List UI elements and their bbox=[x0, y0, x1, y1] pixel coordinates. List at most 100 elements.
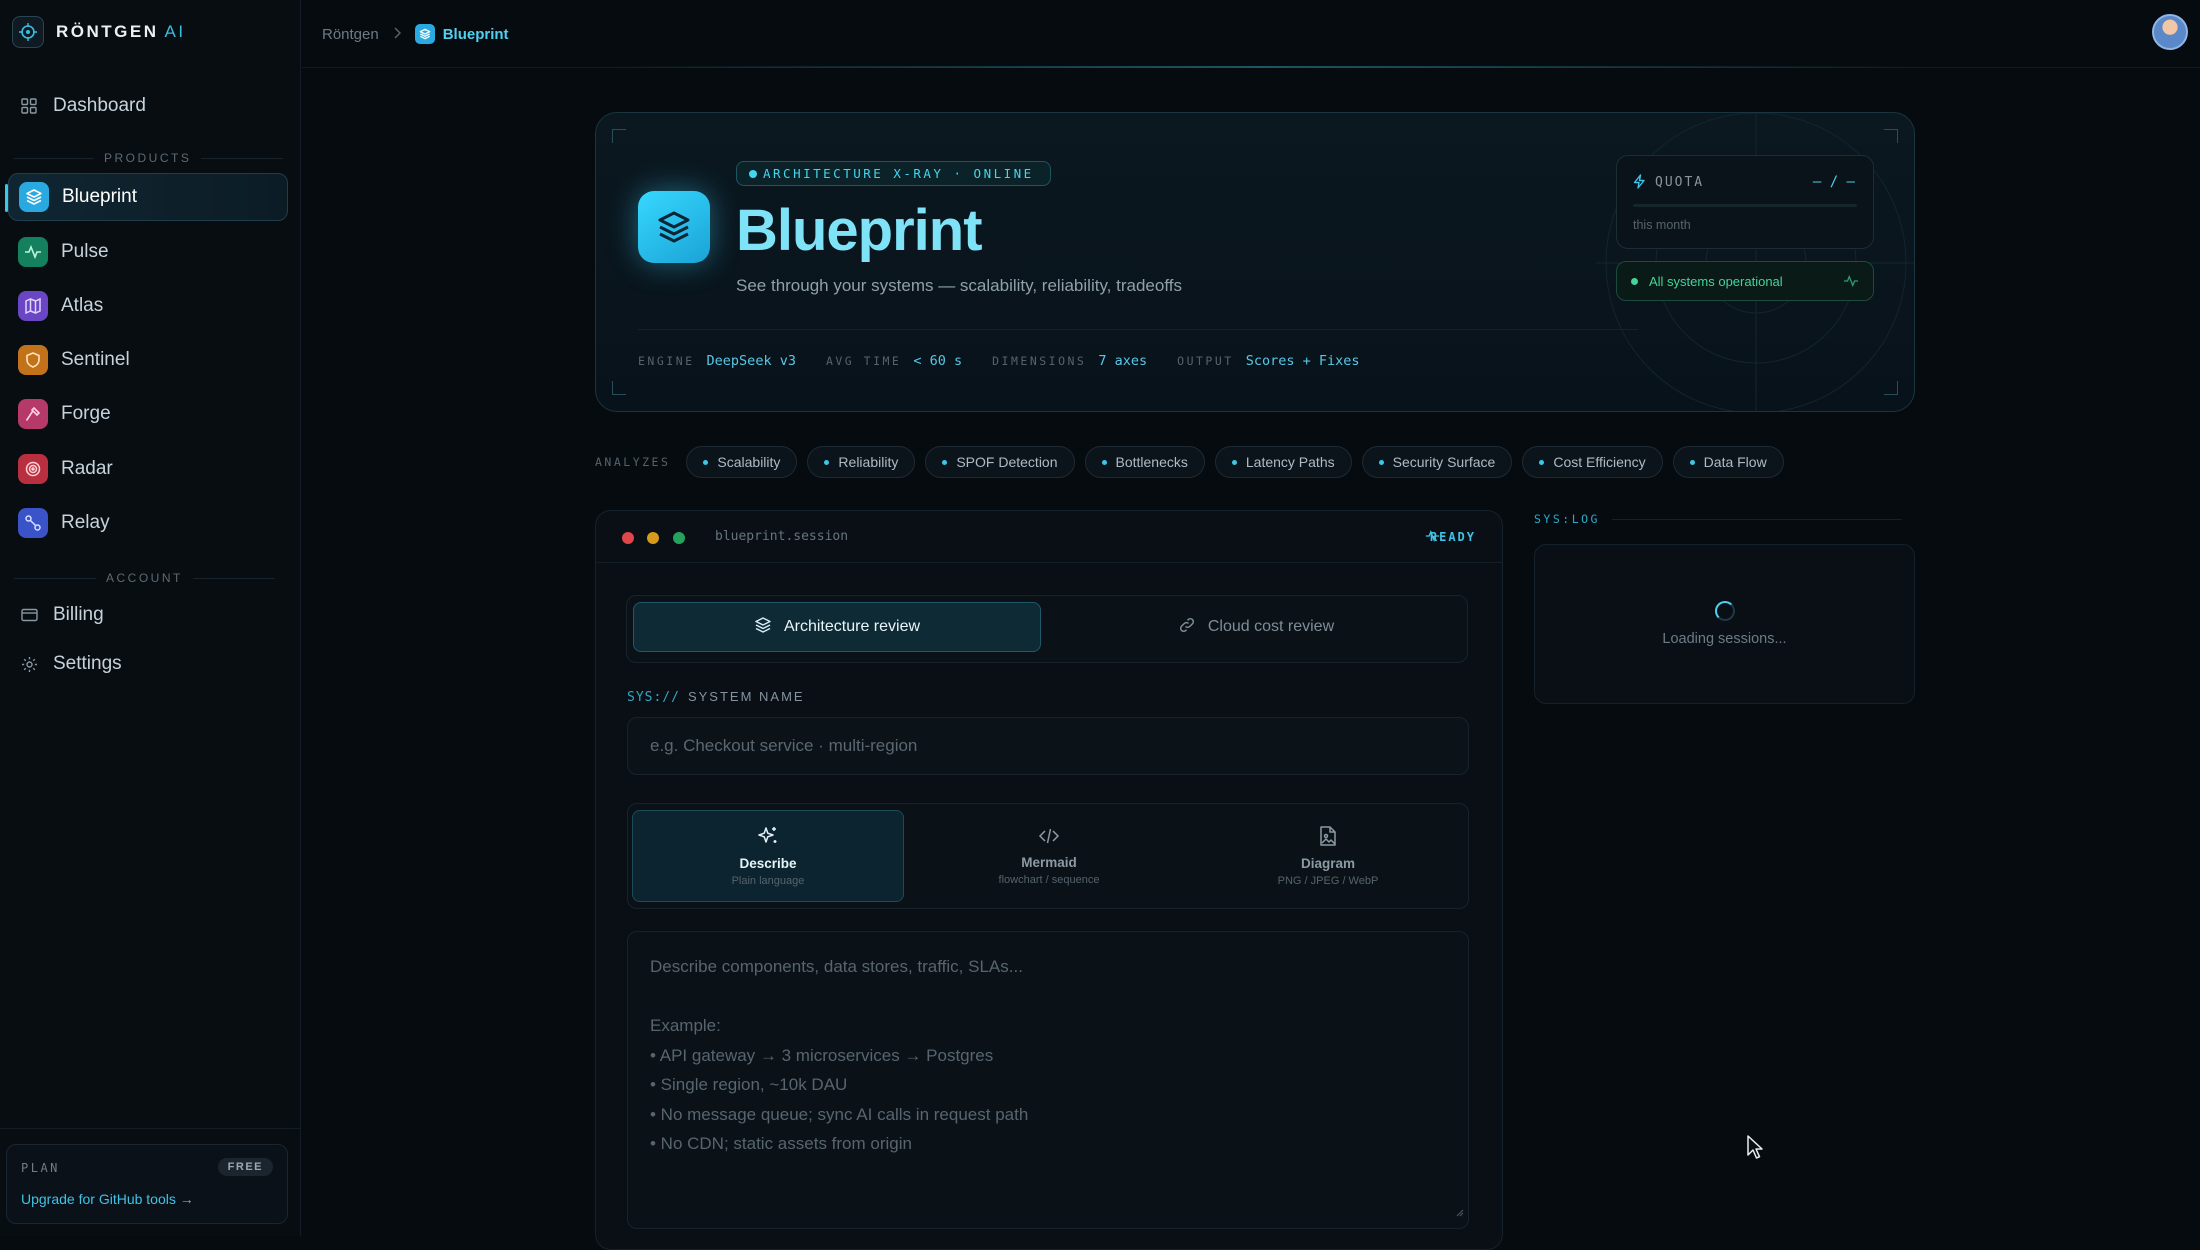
products-section-label: PRODUCTS bbox=[14, 151, 284, 165]
textarea-line: • API gateway → 3 microservices → Postgr… bbox=[650, 1045, 994, 1065]
pulse-icon bbox=[1843, 274, 1859, 291]
grid-icon bbox=[18, 95, 40, 117]
layers-icon bbox=[19, 182, 49, 212]
nav-forge[interactable]: Forge bbox=[8, 390, 288, 438]
stat-avg-time: AVG TIME < 60 s bbox=[825, 353, 963, 369]
nav-billing[interactable]: Billing bbox=[8, 591, 288, 639]
quota-period: this month bbox=[1633, 218, 1691, 232]
stat-dimensions: DIMENSIONS 7 axes bbox=[992, 353, 1148, 369]
corner-bracket bbox=[1884, 381, 1898, 395]
pulse-icon bbox=[18, 237, 48, 267]
system-name-input[interactable]: e.g. Checkout service · multi-region bbox=[627, 717, 1469, 775]
nav-blueprint[interactable]: Blueprint bbox=[5, 173, 288, 221]
layers-icon bbox=[754, 616, 772, 639]
account-section-label: ACCOUNT bbox=[14, 571, 275, 585]
avatar[interactable] bbox=[2152, 14, 2188, 50]
analyzes-row: ANALYZES Scalability Reliability SPOF De… bbox=[595, 446, 1784, 478]
quota-value: – / – bbox=[1812, 174, 1855, 190]
nav-dashboard[interactable]: Dashboard bbox=[8, 82, 288, 130]
mode-describe-sub: Plain language bbox=[731, 875, 805, 887]
nav-atlas-label: Atlas bbox=[61, 295, 104, 316]
chip-bottlenecks[interactable]: Bottlenecks bbox=[1084, 446, 1205, 478]
bolt-icon bbox=[1633, 174, 1646, 194]
nav-radar-label: Radar bbox=[61, 458, 113, 479]
plan-divider bbox=[0, 1128, 301, 1129]
shield-icon bbox=[18, 345, 48, 375]
textarea-line: • No CDN; static assets from origin bbox=[650, 1134, 912, 1153]
nav-sentinel[interactable]: Sentinel bbox=[8, 336, 288, 384]
description-textarea[interactable]: Describe components, data stores, traffi… bbox=[627, 931, 1469, 1229]
stat-engine: ENGINE DeepSeek v3 bbox=[638, 353, 796, 369]
radar-icon bbox=[18, 454, 48, 484]
tab-architecture-review[interactable]: Architecture review bbox=[633, 602, 1041, 652]
textarea-line: Describe components, data stores, traffi… bbox=[650, 957, 1023, 976]
upgrade-link[interactable]: Upgrade for GitHub tools → bbox=[21, 1191, 194, 1207]
relay-icon bbox=[18, 508, 48, 538]
analyzes-label: ANALYZES bbox=[595, 455, 671, 469]
mode-mermaid[interactable]: Mermaid flowchart / sequence bbox=[913, 810, 1185, 902]
plan-card: PLAN FREE Upgrade for GitHub tools → bbox=[6, 1144, 288, 1224]
tab-architecture-review-label: Architecture review bbox=[783, 618, 921, 635]
gear-icon bbox=[18, 653, 40, 675]
window-minimize-dot[interactable] bbox=[647, 532, 659, 544]
hero-card: ARCHITECTURE X-RAY · ONLINE Blueprint Se… bbox=[595, 112, 1915, 412]
layers-icon bbox=[414, 24, 435, 44]
map-icon bbox=[18, 291, 48, 321]
nav-atlas[interactable]: Atlas bbox=[8, 282, 288, 330]
session-panel: blueprint.session READY Architecture rev… bbox=[595, 510, 1503, 1250]
online-badge: ARCHITECTURE X-RAY · ONLINE bbox=[736, 161, 1051, 186]
window-close-dot[interactable] bbox=[622, 532, 634, 544]
session-status: READY bbox=[1429, 530, 1476, 544]
mode-diagram[interactable]: Diagram PNG / JPEG / WebP bbox=[1192, 810, 1464, 902]
corner-bracket bbox=[612, 381, 626, 395]
mode-describe[interactable]: Describe Plain language bbox=[632, 810, 904, 902]
syslog-label: SYS:LOG bbox=[1534, 512, 1902, 526]
nav-billing-label: Billing bbox=[53, 604, 104, 625]
nav-forge-label: Forge bbox=[61, 403, 111, 424]
mode-describe-title: Describe bbox=[739, 856, 797, 871]
nav-relay[interactable]: Relay bbox=[8, 499, 288, 547]
hero-divider bbox=[638, 329, 1638, 330]
quota-label: QUOTA bbox=[1655, 175, 1705, 190]
mode-diagram-title: Diagram bbox=[1300, 856, 1356, 871]
chip-security-surface[interactable]: Security Surface bbox=[1361, 446, 1513, 478]
chip-spof-detection[interactable]: SPOF Detection bbox=[925, 446, 1075, 478]
page-subtitle: See through your systems — scalability, … bbox=[736, 276, 1182, 295]
syslog-panel: Loading sessions... bbox=[1534, 544, 1915, 704]
nav-pulse[interactable]: Pulse bbox=[8, 228, 288, 276]
nav-radar[interactable]: Radar bbox=[8, 445, 288, 493]
brand-logo[interactable]: RÖNTGEN AI bbox=[12, 16, 186, 48]
plan-label: PLAN bbox=[21, 1161, 60, 1175]
topbar: Röntgen Blueprint bbox=[302, 0, 2200, 68]
breadcrumb-root[interactable]: Röntgen bbox=[322, 26, 379, 43]
nav-sentinel-label: Sentinel bbox=[61, 349, 130, 370]
loading-text: Loading sessions... bbox=[1662, 631, 1787, 647]
quota-card: QUOTA – / – this month bbox=[1616, 155, 1874, 249]
chip-scalability[interactable]: Scalability bbox=[686, 446, 798, 478]
session-title: blueprint.session bbox=[715, 529, 849, 544]
layers-icon bbox=[638, 191, 710, 263]
status-text: All systems operational bbox=[1649, 273, 1783, 289]
chip-cost-efficiency[interactable]: Cost Efficiency bbox=[1522, 446, 1663, 478]
chip-reliability[interactable]: Reliability bbox=[807, 446, 916, 478]
chip-data-flow[interactable]: Data Flow bbox=[1672, 446, 1784, 478]
chip-latency-paths[interactable]: Latency Paths bbox=[1214, 446, 1352, 478]
tab-cloud-cost-review-label: Cloud cost review bbox=[1207, 618, 1335, 635]
loading-spinner-icon bbox=[1714, 601, 1735, 621]
textarea-line: Example: bbox=[650, 1016, 721, 1035]
window-maximize-dot[interactable] bbox=[673, 532, 685, 544]
file-image-icon bbox=[1319, 825, 1337, 852]
nav-settings[interactable]: Settings bbox=[8, 640, 288, 688]
mode-diagram-sub: PNG / JPEG / WebP bbox=[1277, 875, 1379, 887]
breadcrumb: Röntgen Blueprint bbox=[322, 24, 509, 44]
mode-mermaid-title: Mermaid bbox=[1021, 855, 1077, 870]
review-type-toggle: Architecture review Cloud cost review bbox=[626, 595, 1468, 663]
plan-badge: FREE bbox=[217, 1158, 273, 1176]
tab-cloud-cost-review[interactable]: Cloud cost review bbox=[1051, 602, 1461, 652]
link-icon bbox=[1178, 616, 1196, 639]
stat-output: OUTPUT Scores + Fixes bbox=[1177, 353, 1360, 369]
quota-bar bbox=[1633, 204, 1857, 207]
code-icon bbox=[1038, 826, 1060, 851]
sparkles-icon bbox=[757, 825, 779, 852]
resize-handle-icon[interactable] bbox=[1454, 1197, 1464, 1227]
